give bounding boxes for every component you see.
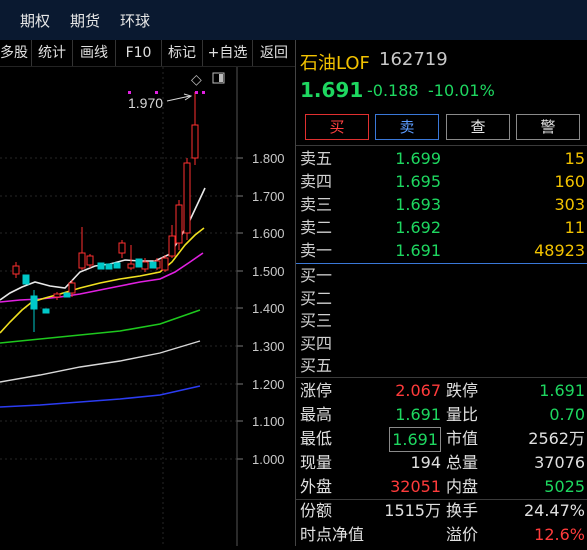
stat-label: 跌停	[446, 381, 479, 400]
ask-label: 卖一	[300, 241, 333, 260]
axis-tick: 1.100	[252, 414, 285, 429]
ask-price: 1.693	[395, 195, 441, 214]
ask-price: 1.691	[395, 241, 441, 260]
chart-toolbar: 多股 统计 画线 F10 标记 +自选 返回	[0, 40, 295, 67]
stat-label: 溢价	[446, 525, 479, 544]
nav-futures[interactable]: 期货	[70, 10, 100, 31]
stat-label: 量比	[446, 405, 479, 424]
price-change: -0.188	[367, 81, 419, 100]
stat-label: 现量	[300, 453, 333, 472]
stat-label: 时点净值	[300, 525, 365, 544]
ask-label: 卖四	[300, 172, 333, 191]
stock-code: 162719	[379, 49, 448, 70]
bid-label: 买二	[300, 288, 333, 308]
top-nav: 期权 期货 环球	[0, 0, 587, 40]
add-watchlist-button[interactable]: +自选	[203, 40, 253, 66]
bid-label: 买一	[300, 266, 333, 285]
query-button[interactable]: 查	[446, 114, 510, 140]
stat-label: 外盘	[300, 477, 333, 496]
axis-tick: 1.000	[252, 452, 285, 467]
stat-value: 1.691	[389, 427, 441, 452]
price-chart[interactable]: 1.800 1.700 1.600 1.500 1.400 1.300 1.20…	[0, 67, 295, 546]
stat-value: 5025	[544, 477, 585, 496]
bid-label: 买五	[300, 356, 333, 375]
bid-row[interactable]: 买四	[296, 332, 587, 355]
ma-line-blue	[0, 385, 201, 408]
stat-label: 份额	[300, 501, 333, 520]
ask-label: 卖三	[300, 195, 333, 214]
bid-label: 买三	[300, 311, 333, 330]
high-price-label: 1.970	[128, 95, 163, 111]
ask-row[interactable]: 卖二 1.692 11	[296, 216, 587, 239]
stat-value: 194	[410, 453, 441, 472]
ask-volume: 11	[564, 218, 585, 237]
back-button[interactable]: 返回	[253, 40, 295, 66]
axis-tick: 1.800	[252, 151, 285, 166]
nav-global[interactable]: 环球	[120, 10, 150, 31]
stat-value: 2562万	[528, 429, 585, 448]
axis-tick: 1.200	[252, 377, 285, 392]
ask-price: 1.695	[395, 172, 441, 191]
statistics-button[interactable]: 统计	[32, 40, 73, 66]
ask-volume: 15	[564, 149, 585, 168]
ma-line-green	[0, 309, 201, 344]
ask-row[interactable]: 卖五 1.699 15	[296, 147, 587, 170]
stat-label: 涨停	[300, 381, 333, 400]
ma-line-white	[0, 340, 201, 383]
nav-options[interactable]: 期权	[20, 10, 50, 31]
stat-value: 1515万	[384, 501, 441, 520]
stat-label: 内盘	[446, 477, 479, 496]
axis-tick: 1.600	[252, 226, 285, 241]
buy-button[interactable]: 买	[305, 114, 369, 140]
stat-value: 32051	[390, 477, 441, 496]
ask-row[interactable]: 卖三 1.693 303	[296, 193, 587, 216]
stock-name: 石油LOF	[300, 53, 370, 74]
ask-row[interactable]: 卖四 1.695 160	[296, 170, 587, 193]
diamond-icon: ◇	[191, 72, 202, 88]
stat-value: 2.067	[395, 381, 441, 400]
ask-label: 卖五	[300, 149, 333, 168]
ask-volume: 48923	[534, 241, 585, 260]
stat-label: 总量	[446, 453, 479, 472]
separator	[296, 145, 587, 146]
stat-label: 最高	[300, 405, 333, 424]
stat-value: 24.47%	[523, 501, 585, 520]
stat-value: 12.6%	[534, 525, 585, 544]
stat-value: 1.691	[395, 405, 441, 424]
ask-volume: 303	[554, 195, 585, 214]
f10-button[interactable]: F10	[116, 40, 162, 66]
bid-label: 买四	[300, 333, 333, 353]
stat-label: 最低	[300, 429, 333, 448]
axis-tick: 1.300	[252, 339, 285, 354]
stat-value: 37076	[534, 453, 585, 472]
bid-row[interactable]: 买二	[296, 287, 587, 310]
price-change-pct: -10.01%	[428, 81, 495, 100]
ask-row[interactable]: 卖一 1.691 48923	[296, 239, 587, 262]
axis-tick: 1.700	[252, 189, 285, 204]
alert-button[interactable]: 警	[516, 114, 580, 140]
ask-label: 卖二	[300, 218, 333, 237]
draw-line-button[interactable]: 画线	[73, 40, 116, 66]
ask-volume: 160	[554, 172, 585, 191]
separator	[296, 499, 587, 500]
bid-row[interactable]: 买五	[296, 354, 587, 377]
ask-price: 1.692	[395, 218, 441, 237]
sell-button[interactable]: 卖	[375, 114, 439, 140]
bid-row[interactable]: 买三	[296, 309, 587, 332]
multi-stock-button[interactable]: 多股	[0, 40, 32, 66]
ask-price: 1.699	[395, 149, 441, 168]
kline-svg: 1.800 1.700 1.600 1.500 1.400 1.300 1.20…	[0, 67, 285, 546]
quote-panel: 石油LOF 162719 1.691 -0.188 -10.01% 买 卖 查 …	[296, 40, 587, 546]
stat-value: 0.70	[549, 405, 585, 424]
stat-label: 市值	[446, 429, 479, 448]
bid-row[interactable]: 买一	[296, 264, 587, 287]
last-price: 1.691	[300, 78, 364, 102]
axis-tick: 1.500	[252, 264, 285, 279]
stat-label: 换手	[446, 501, 479, 520]
separator	[296, 377, 587, 378]
stat-value: 1.691	[539, 381, 585, 400]
mark-button[interactable]: 标记	[162, 40, 203, 66]
axis-tick: 1.400	[252, 301, 285, 316]
